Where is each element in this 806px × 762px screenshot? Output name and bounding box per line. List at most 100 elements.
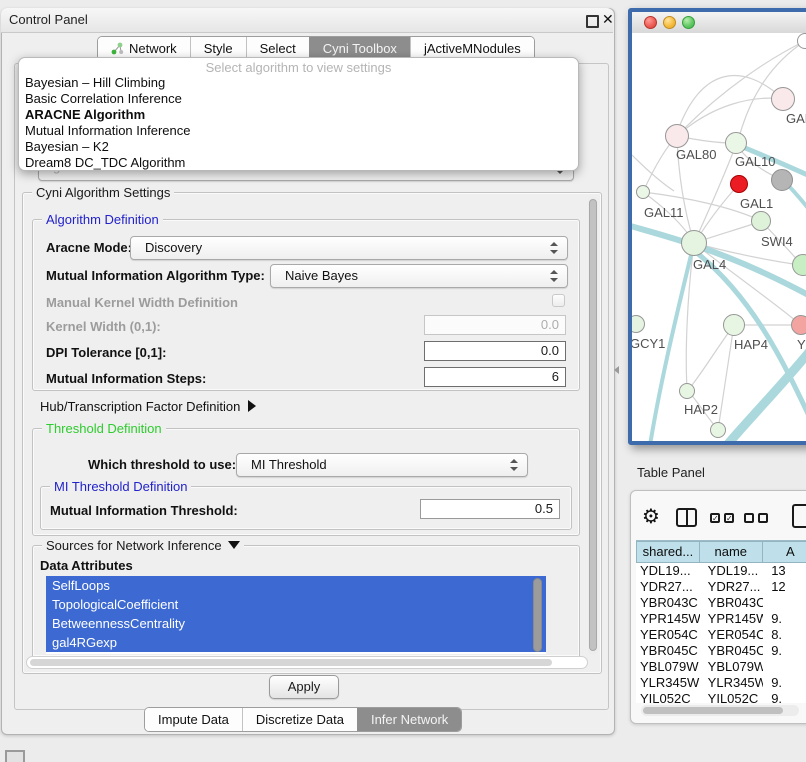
settings-scrollbar[interactable] <box>588 197 598 655</box>
data-attribute-item[interactable]: TopologicalCoefficient <box>46 595 546 614</box>
table-row[interactable]: YDR27...YDR27...12 <box>636 579 806 595</box>
table-row[interactable]: YBL079WYBL079W <box>636 659 806 675</box>
network-node[interactable] <box>636 185 650 199</box>
manual-kernel-checkbox[interactable] <box>552 294 565 307</box>
network-node[interactable] <box>665 124 689 148</box>
minimized-window-icon[interactable] <box>5 750 25 762</box>
combobox-arrows-icon <box>550 270 558 282</box>
table-panel-title: Table Panel <box>637 465 705 480</box>
node-label: GCY1 <box>632 336 665 351</box>
minimize-traffic-light-icon[interactable] <box>663 16 676 29</box>
hub-section-toggle[interactable]: Hub/Transcription Factor Definition <box>40 399 256 414</box>
network-node[interactable] <box>679 383 695 399</box>
algorithm-option[interactable]: Bayesian – Hill Climbing <box>19 75 578 91</box>
network-node[interactable] <box>771 87 795 111</box>
node-label: GAL1 <box>740 196 773 211</box>
dpi-tolerance-label: DPI Tolerance [0,1]: <box>46 345 166 360</box>
export-table-icon[interactable] <box>792 504 806 528</box>
zoom-traffic-light-icon[interactable] <box>682 16 695 29</box>
tab-discretize-data[interactable]: Discretize Data <box>242 708 357 731</box>
data-attributes-label: Data Attributes <box>40 558 133 573</box>
close-traffic-light-icon[interactable] <box>644 16 657 29</box>
mi-threshold-legend: MI Threshold Definition <box>50 479 191 494</box>
table-row[interactable]: YER054CYER054C8. <box>636 627 806 643</box>
table-horizontal-scrollbar[interactable] <box>641 705 799 716</box>
column-header[interactable]: A <box>763 541 806 563</box>
network-node[interactable] <box>723 314 745 336</box>
panel-splitter-handle[interactable] <box>614 366 619 374</box>
aracne-mode-label: Aracne Mode: <box>46 240 132 255</box>
cyni-settings-legend: Cyni Algorithm Settings <box>32 185 174 200</box>
network-node[interactable] <box>797 33 806 49</box>
table-body: YDL19...YDL19...13YDR27...YDR27...12YBR0… <box>636 563 806 703</box>
select-all-checkbox-icon[interactable]: ✓ <box>724 513 734 523</box>
dpi-tolerance-field[interactable]: 0.0 <box>424 341 566 361</box>
network-node[interactable] <box>730 175 748 193</box>
network-node[interactable] <box>771 169 793 191</box>
network-node[interactable] <box>751 211 771 231</box>
attributes-scrollbar[interactable] <box>533 578 542 652</box>
table-row[interactable]: YPR145WYPR145W9. <box>636 611 806 627</box>
node-label: HAP4 <box>734 337 768 352</box>
algorithm-option[interactable]: Mutual Information Inference <box>19 123 578 139</box>
node-label: GAL4 <box>693 257 726 272</box>
data-attribute-item[interactable]: SelfLoops <box>46 576 546 595</box>
table-row[interactable]: YLR345WYLR345W9. <box>636 675 806 691</box>
network-node[interactable] <box>681 230 707 256</box>
algorithm-option[interactable]: Basic Correlation Inference <box>19 91 578 107</box>
settings-horizontal-scrollbar[interactable] <box>26 656 588 669</box>
mi-type-combobox[interactable]: Naive Bayes <box>270 264 568 288</box>
algorithm-option[interactable]: Dream8 DC_TDC Algorithm <box>19 155 578 171</box>
which-threshold-label: Which threshold to use: <box>88 457 236 472</box>
mi-type-label: Mutual Information Algorithm Type: <box>46 268 265 283</box>
desktop: Control Panel ✕ Network Style Select Cyn… <box>0 0 806 762</box>
node-label: GAL <box>786 111 806 126</box>
mi-steps-label: Mutual Information Steps: <box>46 371 206 386</box>
tab-impute-data[interactable]: Impute Data <box>145 708 242 731</box>
network-node[interactable] <box>791 315 806 335</box>
node-table: shared...nameA YDL19...YDL19...13YDR27..… <box>636 540 806 703</box>
combobox-value: Discovery <box>145 240 202 255</box>
tab-label: Impute Data <box>158 709 229 731</box>
combobox-arrows-icon <box>550 242 558 254</box>
algorithm-prompt: Select algorithm to view settings <box>19 60 578 75</box>
network-window-titlebar[interactable] <box>632 12 806 34</box>
table-row[interactable]: YBR043CYBR043C <box>636 595 806 611</box>
expanded-arrow-icon <box>228 541 240 549</box>
column-header[interactable]: name <box>700 541 763 563</box>
algorithm-option[interactable]: Bayesian – K2 <box>19 139 578 155</box>
mi-steps-field[interactable]: 6 <box>424 367 566 387</box>
network-node[interactable] <box>710 422 726 438</box>
cyni-bottom-tabs: Impute Data Discretize Data Infer Networ… <box>144 707 462 732</box>
gear-icon[interactable]: ⚙ <box>642 505 660 529</box>
tab-label: Discretize Data <box>256 709 344 731</box>
show-columns-icon[interactable] <box>676 508 697 527</box>
select-all-checkbox-icon[interactable]: ✓ <box>710 513 720 523</box>
sources-legend[interactable]: Sources for Network Inference <box>42 538 244 553</box>
network-canvas[interactable]: GALGAL80GAL10GAL11GAL1SWI4GAL4GCY1HAP4YH… <box>632 33 806 441</box>
data-attributes-list[interactable]: SelfLoopsTopologicalCoefficientBetweenne… <box>46 576 546 654</box>
which-threshold-combobox[interactable]: MI Threshold <box>236 453 528 477</box>
network-node[interactable] <box>725 132 747 154</box>
kernel-width-field[interactable]: 0.0 <box>424 315 566 335</box>
tab-infer-network[interactable]: Infer Network <box>357 708 461 731</box>
close-icon[interactable]: ✕ <box>602 11 614 27</box>
node-label: GAL10 <box>735 154 775 169</box>
control-panel-titlebar[interactable] <box>1 8 613 33</box>
deselect-all-checkbox-icon[interactable] <box>758 513 768 523</box>
table-row[interactable]: YBR045CYBR045C9. <box>636 643 806 659</box>
algorithm-option[interactable]: ARACNE Algorithm <box>19 107 578 123</box>
mi-threshold-field[interactable]: 0.5 <box>420 499 560 519</box>
float-window-icon[interactable] <box>586 15 599 28</box>
data-attribute-item[interactable]: gal4RGexp <box>46 633 546 652</box>
table-row[interactable]: YDL19...YDL19...13 <box>636 563 806 579</box>
algorithm-definition-legend: Algorithm Definition <box>42 212 163 227</box>
deselect-all-checkbox-icon[interactable] <box>744 513 754 523</box>
data-attribute-item[interactable]: BetweennessCentrality <box>46 614 546 633</box>
table-row[interactable]: YIL052CYIL052C9. <box>636 691 806 703</box>
apply-button[interactable]: Apply <box>269 675 339 699</box>
control-panel-title: Control Panel <box>9 12 88 27</box>
combobox-value: MI Threshold <box>251 457 327 472</box>
column-header[interactable]: shared... <box>636 541 700 563</box>
aracne-mode-combobox[interactable]: Discovery <box>130 236 568 260</box>
